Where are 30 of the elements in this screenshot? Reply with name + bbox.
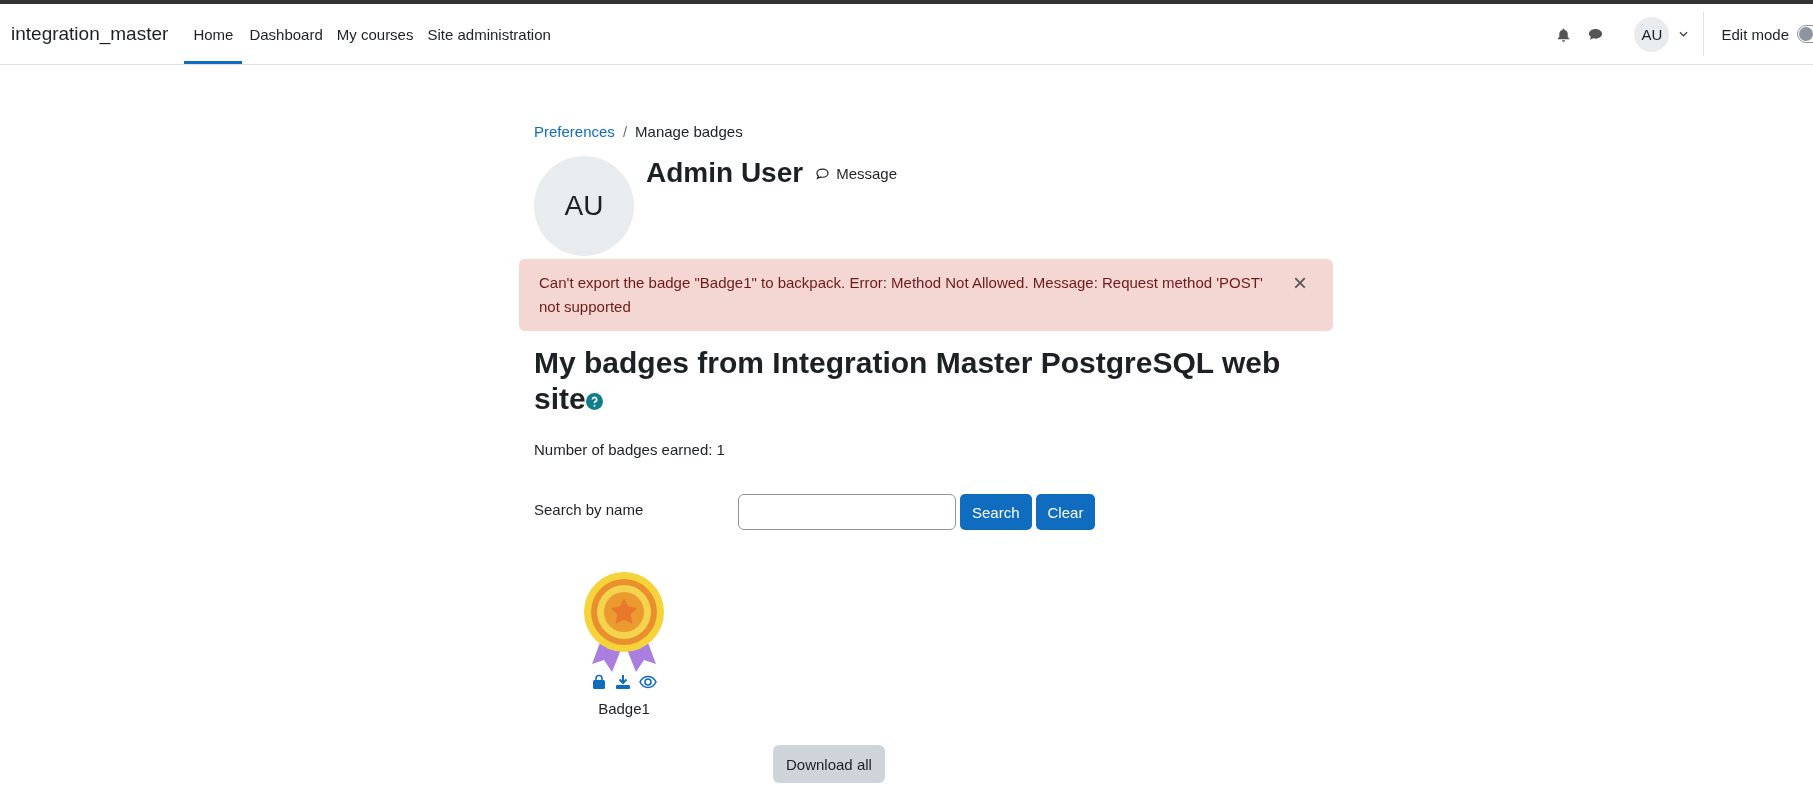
- search-label: Search by name: [534, 500, 645, 518]
- badge-name[interactable]: Badge1: [598, 700, 650, 717]
- nav-tab[interactable]: Home: [184, 4, 243, 64]
- breadcrumb-current: Manage badges: [635, 122, 743, 140]
- speech-bubble-icon: [815, 166, 831, 181]
- message-link[interactable]: Message: [815, 165, 898, 182]
- breadcrumb-separator: /: [622, 122, 628, 140]
- edit-mode-label: Edit mode: [1721, 25, 1789, 43]
- nav-tab[interactable]: My courses: [329, 4, 421, 64]
- search-form-button[interactable]: Clear: [1035, 494, 1096, 530]
- chevron-down-icon[interactable]: [1679, 31, 1689, 37]
- badges-earned-count: Number of badges earned: 1: [534, 441, 726, 458]
- nav-tab[interactable]: Dashboard: [242, 4, 330, 64]
- eye-icon[interactable]: [639, 675, 657, 689]
- close-button[interactable]: ×: [1293, 273, 1307, 293]
- profile-name: Admin User: [646, 156, 804, 190]
- user-avatar[interactable]: AU: [1634, 16, 1670, 52]
- breadcrumb-link[interactable]: Preferences: [534, 122, 615, 140]
- nav-tab[interactable]: Site administration: [420, 4, 558, 64]
- download-icon[interactable]: [615, 674, 631, 690]
- profile-avatar: AU: [534, 156, 634, 256]
- page-heading: My badges from Integration Master PostgreSQL web site: [534, 345, 1282, 417]
- download-all-button[interactable]: Download all: [773, 745, 885, 783]
- site-name[interactable]: integration_master: [11, 23, 169, 45]
- chat-bubble-icon[interactable]: [1587, 26, 1605, 42]
- bell-icon[interactable]: [1556, 26, 1572, 42]
- search-field[interactable]: [738, 494, 956, 530]
- help-icon[interactable]: [585, 393, 603, 410]
- error-message: Can't export the badge "Badge1" to backpack. Error: Method Not Allowed. Message: Request method 'POST' not supported: [539, 273, 1264, 317]
- search-form-button[interactable]: Search: [960, 494, 1032, 530]
